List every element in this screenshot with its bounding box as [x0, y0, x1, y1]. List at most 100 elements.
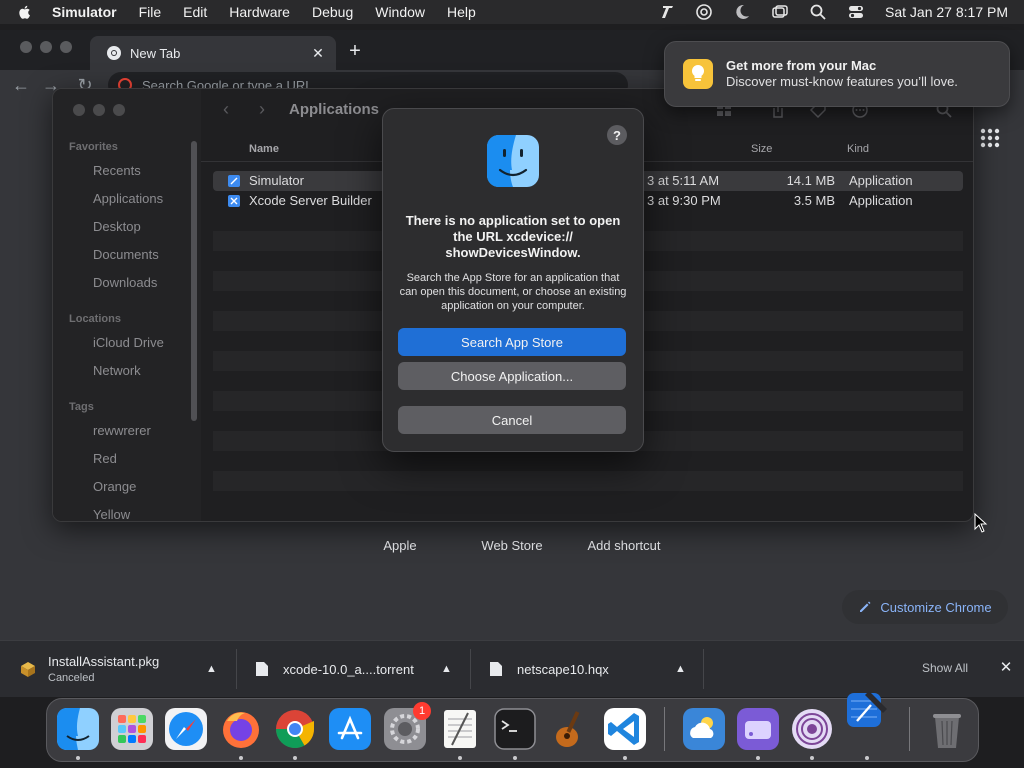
- sidebar-item-downloads[interactable]: Downloads: [93, 275, 157, 290]
- menu-help[interactable]: Help: [447, 4, 476, 20]
- customize-chrome-label: Customize Chrome: [880, 599, 992, 615]
- column-kind[interactable]: Kind: [847, 143, 869, 155]
- simulator-app-icon: [228, 175, 240, 187]
- sidebar-tag-rewwrerer[interactable]: rewwrerer: [93, 423, 151, 438]
- menu-app-name[interactable]: Simulator: [52, 4, 117, 20]
- sidebar-scrollbar[interactable]: [191, 141, 197, 421]
- typeface-icon[interactable]: [657, 3, 675, 21]
- window-minimize-button[interactable]: [40, 41, 52, 53]
- finder-close-button[interactable]: [73, 104, 85, 116]
- finder-minimize-button[interactable]: [93, 104, 105, 116]
- dock-separator: [664, 707, 665, 751]
- shortcut-add[interactable]: Add shortcut: [569, 538, 679, 553]
- dock: [46, 691, 979, 762]
- choose-application-button[interactable]: Choose Application...: [398, 362, 626, 390]
- finder-icon[interactable]: [56, 707, 100, 751]
- firefox-icon[interactable]: [219, 707, 263, 751]
- finder-title: Applications: [289, 101, 380, 118]
- safari-icon[interactable]: [164, 707, 208, 751]
- close-downloads-icon[interactable]: ✕: [998, 659, 1014, 676]
- vscode-icon[interactable]: [603, 707, 647, 751]
- package-icon: [21, 662, 35, 677]
- sidebar-item-documents[interactable]: Documents: [93, 247, 159, 262]
- divider: [470, 649, 471, 689]
- launchpad-icon[interactable]: [110, 707, 154, 751]
- trash-icon[interactable]: [925, 707, 969, 751]
- creative-cloud-icon[interactable]: [695, 3, 713, 21]
- download-filename: netscape10.hqx: [517, 661, 609, 677]
- sidebar-tag-red[interactable]: Red: [93, 451, 117, 466]
- download-item[interactable]: InstallAssistant.pkg Canceled ▲: [18, 641, 236, 697]
- sidebar-item-applications[interactable]: Applications: [93, 191, 163, 206]
- file-kind: Application: [849, 193, 913, 208]
- menu-file[interactable]: File: [139, 4, 162, 20]
- sidebar-section-locations: Locations: [69, 313, 121, 325]
- moon-icon[interactable]: [733, 3, 751, 21]
- chevron-up-icon[interactable]: ▲: [675, 663, 686, 675]
- column-name[interactable]: Name: [249, 143, 279, 155]
- tab-new-tab[interactable]: New Tab ✕: [90, 36, 336, 70]
- mouse-cursor-icon: [974, 513, 988, 533]
- file-kind: Application: [849, 173, 913, 188]
- shortcut-web-store[interactable]: Web Store: [457, 538, 567, 553]
- garageband-icon[interactable]: [547, 707, 591, 751]
- running-indicator: [239, 756, 243, 760]
- customize-chrome-button[interactable]: Customize Chrome: [842, 590, 1008, 624]
- sidebar-tag-orange[interactable]: Orange: [93, 479, 136, 494]
- running-indicator: [810, 756, 814, 760]
- chevron-up-icon[interactable]: ▲: [206, 663, 217, 675]
- chrome-icon[interactable]: [273, 707, 317, 751]
- divider: [236, 649, 237, 689]
- download-item[interactable]: netscape10.hqx ▲: [489, 641, 703, 697]
- finder-zoom-button[interactable]: [113, 104, 125, 116]
- apple-menu-icon[interactable]: [16, 3, 34, 21]
- column-size[interactable]: Size: [751, 143, 772, 155]
- screens-icon[interactable]: [771, 3, 789, 21]
- menu-debug[interactable]: Debug: [312, 4, 353, 20]
- shortcut-apple[interactable]: Apple: [345, 538, 455, 553]
- app-store-icon[interactable]: [328, 707, 372, 751]
- file-date: 3 at 5:11 AM: [647, 173, 720, 188]
- menu-clock[interactable]: Sat Jan 27 8:17 PM: [885, 4, 1008, 20]
- sidebar-item-recents[interactable]: Recents: [93, 163, 141, 178]
- file-date: 3 at 9:30 PM: [647, 193, 721, 208]
- finder-back-icon[interactable]: ‹: [223, 99, 229, 120]
- window-zoom-button[interactable]: [60, 41, 72, 53]
- menu-edit[interactable]: Edit: [183, 4, 207, 20]
- menu-hardware[interactable]: Hardware: [229, 4, 290, 20]
- running-indicator: [865, 756, 869, 760]
- terminal-icon[interactable]: [493, 707, 537, 751]
- cancel-button[interactable]: Cancel: [398, 406, 626, 434]
- chevron-up-icon[interactable]: ▲: [441, 663, 452, 675]
- show-all-button[interactable]: Show All: [922, 661, 968, 675]
- no-application-alert: ? There is no application set to open th…: [382, 108, 644, 452]
- sidebar-item-desktop[interactable]: Desktop: [93, 219, 141, 234]
- running-indicator: [76, 756, 80, 760]
- download-status: Canceled: [48, 672, 95, 684]
- tips-notification[interactable]: Get more from your Mac Discover must-kno…: [664, 41, 1010, 107]
- apps-grid-icon[interactable]: [978, 126, 1002, 150]
- window-close-button[interactable]: [20, 41, 32, 53]
- tor-browser-icon[interactable]: [790, 707, 834, 751]
- sidebar-item-network[interactable]: Network: [93, 363, 141, 378]
- running-indicator: [293, 756, 297, 760]
- download-item[interactable]: xcode-10.0_a....torrent ▲: [255, 641, 470, 697]
- sidebar-item-icloud-drive[interactable]: iCloud Drive: [93, 335, 164, 350]
- weather-icon[interactable]: [682, 707, 726, 751]
- search-app-store-button[interactable]: Search App Store: [398, 328, 626, 356]
- control-center-icon[interactable]: [847, 3, 865, 21]
- search-icon[interactable]: [809, 3, 827, 21]
- sidebar-tag-yellow[interactable]: Yellow: [93, 507, 130, 521]
- dock-separator: [909, 707, 910, 751]
- new-tab-plus-icon[interactable]: +: [344, 40, 366, 62]
- sidebar-section-favorites: Favorites: [69, 141, 118, 153]
- disk-utility-icon[interactable]: [736, 707, 780, 751]
- help-button[interactable]: ?: [607, 125, 627, 145]
- menu-window[interactable]: Window: [375, 4, 425, 20]
- finder-forward-icon[interactable]: ›: [259, 99, 265, 120]
- tab-close-icon[interactable]: ✕: [308, 43, 328, 63]
- back-arrow-icon[interactable]: ←: [10, 74, 32, 96]
- xcode-icon[interactable]: [845, 687, 889, 731]
- notification-title: Get more from your Mac: [726, 58, 877, 73]
- textedit-icon[interactable]: [438, 707, 482, 751]
